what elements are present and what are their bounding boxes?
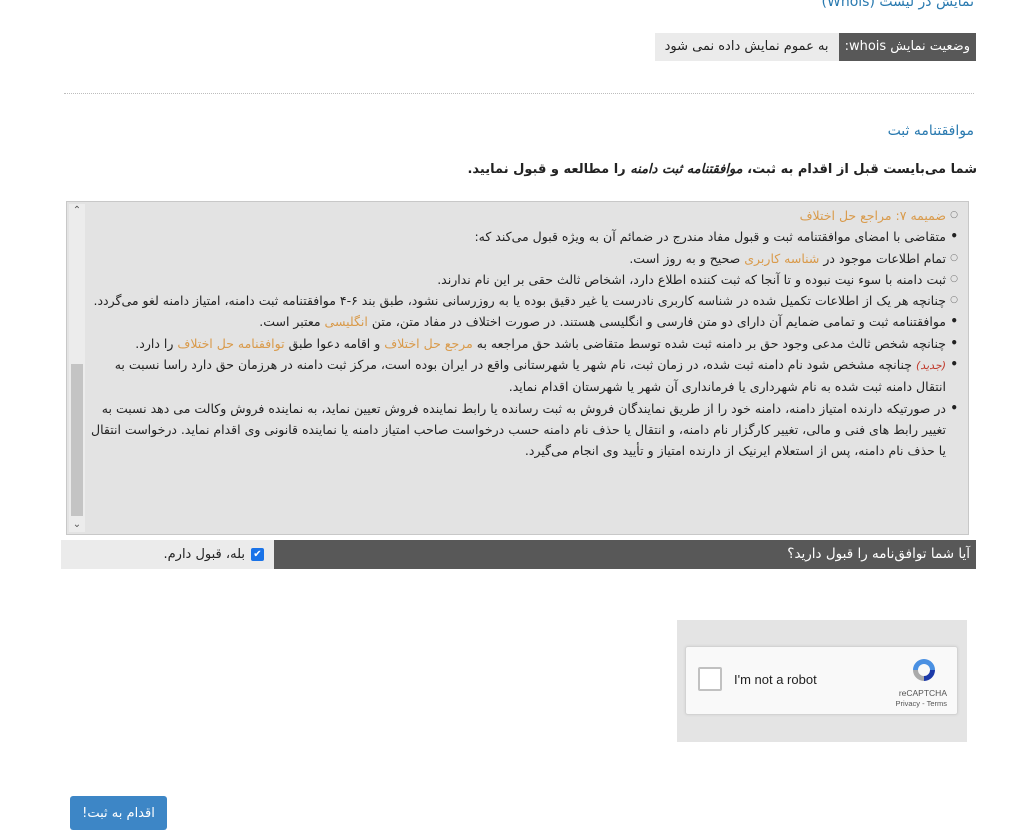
agreement-scrollbar[interactable]: ⌃ ⌄ [69, 204, 85, 532]
recaptcha-privacy-link[interactable]: Privacy [895, 699, 920, 708]
accept-checkbox[interactable]: ✔ [251, 548, 264, 561]
recaptcha-logo-icon [913, 659, 935, 681]
list-item: موافقتنامه ثبت و تمامی ضمایم آن دارای دو… [91, 311, 958, 333]
recaptcha-brand: reCAPTCHA [898, 688, 947, 698]
list-item: چنانچه شخص ثالث مدعی وجود حق بر دامنه ثب… [91, 333, 958, 355]
agreement-intro: شما می‌بایست قبل از اقدام به ثبت، موافقت… [467, 162, 977, 177]
agreement-link[interactable]: موافقتنامه ثبت دامنه [630, 162, 742, 177]
accept-question: آیا شما توافق‌نامه را قبول دارید؟ [274, 540, 976, 569]
agreement-list: ضمیمه ۷: مراجع حل اختلاف متقاضی با امضای… [91, 205, 958, 462]
list-item: متقاضی با امضای موافقتنامه ثبت و قبول مف… [91, 226, 958, 248]
list-item: ضمیمه ۷: مراجع حل اختلاف [91, 205, 958, 227]
section-divider [64, 93, 974, 94]
third-party-text: ثبت دامنه با سوء نیت نبوده و تا آنجا که … [437, 271, 946, 287]
cancel-text: چنانچه هر یک از اطلاعات تکمیل شده در شنا… [93, 293, 946, 309]
scroll-thumb[interactable] [71, 364, 83, 516]
recaptcha-container: I'm not a robot reCAPTCHA Privacy - Term… [677, 620, 967, 742]
list-item: ثبت دامنه با سوء نیت نبوده و تا آنجا که … [91, 269, 958, 291]
info-text-end: صحیح و به روز است. [629, 250, 745, 266]
language-text: موافقتنامه ثبت و تمامی ضمایم آن دارای دو… [367, 314, 946, 330]
language-text-end: معتبر است. [259, 314, 325, 330]
english-link[interactable]: انگلیسی [325, 314, 368, 329]
claim-text-middle: و اقامه دعوا طبق [284, 335, 385, 351]
scroll-down-arrow-icon[interactable]: ⌄ [69, 518, 85, 532]
agreement-scroll-box[interactable]: ⌃ ⌄ ضمیمه ۷: مراجع حل اختلاف متقاضی با ا… [66, 201, 969, 535]
dispute-authority-link[interactable]: مرجع حل اختلاف [384, 336, 473, 351]
claim-text: چنانچه شخص ثالث مدعی وجود حق بر دامنه ثب… [472, 335, 946, 351]
claim-text-end: را دارد. [135, 335, 178, 351]
recaptcha-checkbox[interactable] [698, 667, 722, 691]
whois-status-row: وضعیت نمایش whois: به عموم نمایش داده نم… [654, 33, 976, 61]
accept-answer-text: بله، قبول دارم. [163, 547, 245, 562]
dispute-agreement-link[interactable]: توافقنامه حل اختلاف [177, 336, 284, 351]
agent-text: در صورتیکه دارنده امتیاز دامنه، دامنه خو… [91, 400, 946, 459]
intro-text-2: را مطالعه و قبول نمایید. [467, 162, 631, 177]
annex7-link[interactable]: ضمیمه ۷: مراجع حل اختلاف [800, 208, 946, 223]
recaptcha-label: I'm not a robot [734, 672, 817, 687]
agreement-section-title: موافقتنامه ثبت [887, 123, 974, 139]
whois-section-title: نمایش در لیست (Whois) [821, 0, 974, 10]
list-item: تمام اطلاعات موجود در شناسه کاربری صحیح … [91, 248, 958, 270]
user-id-link[interactable]: شناسه کاربری [744, 251, 819, 266]
info-text: تمام اطلاعات موجود در [819, 250, 946, 266]
list-item: (جدید) چنانچه مشخص شود نام دامنه ثبت شده… [91, 354, 958, 398]
accept-checkbox-label[interactable]: ✔ بله، قبول دارم. [61, 540, 274, 569]
new-badge: (جدید) [916, 359, 946, 373]
whois-status-value: به عموم نمایش داده نمی شود [654, 33, 839, 61]
recaptcha-terms-link[interactable]: Terms [927, 699, 947, 708]
applicant-text: متقاضی با امضای موافقتنامه ثبت و قبول مف… [474, 229, 946, 245]
city-text: چنانچه مشخص شود نام دامنه ثبت شده، در زم… [114, 357, 946, 395]
intro-text-1: شما می‌بایست قبل از اقدام به ثبت، [742, 162, 977, 177]
whois-status-label: وضعیت نمایش whois: [838, 33, 976, 61]
submit-registration-button[interactable]: اقدام به ثبت! [70, 796, 167, 830]
list-item: چنانچه هر یک از اطلاعات تکمیل شده در شنا… [91, 290, 958, 312]
scroll-up-arrow-icon[interactable]: ⌃ [69, 204, 85, 218]
list-item: در صورتیکه دارنده امتیاز دامنه، دامنه خو… [91, 398, 958, 462]
recaptcha-links: Privacy - Terms [895, 699, 947, 708]
recaptcha-widget: I'm not a robot reCAPTCHA Privacy - Term… [685, 646, 958, 715]
accept-agreement-row: آیا شما توافق‌نامه را قبول دارید؟ ✔ بله،… [61, 540, 976, 569]
